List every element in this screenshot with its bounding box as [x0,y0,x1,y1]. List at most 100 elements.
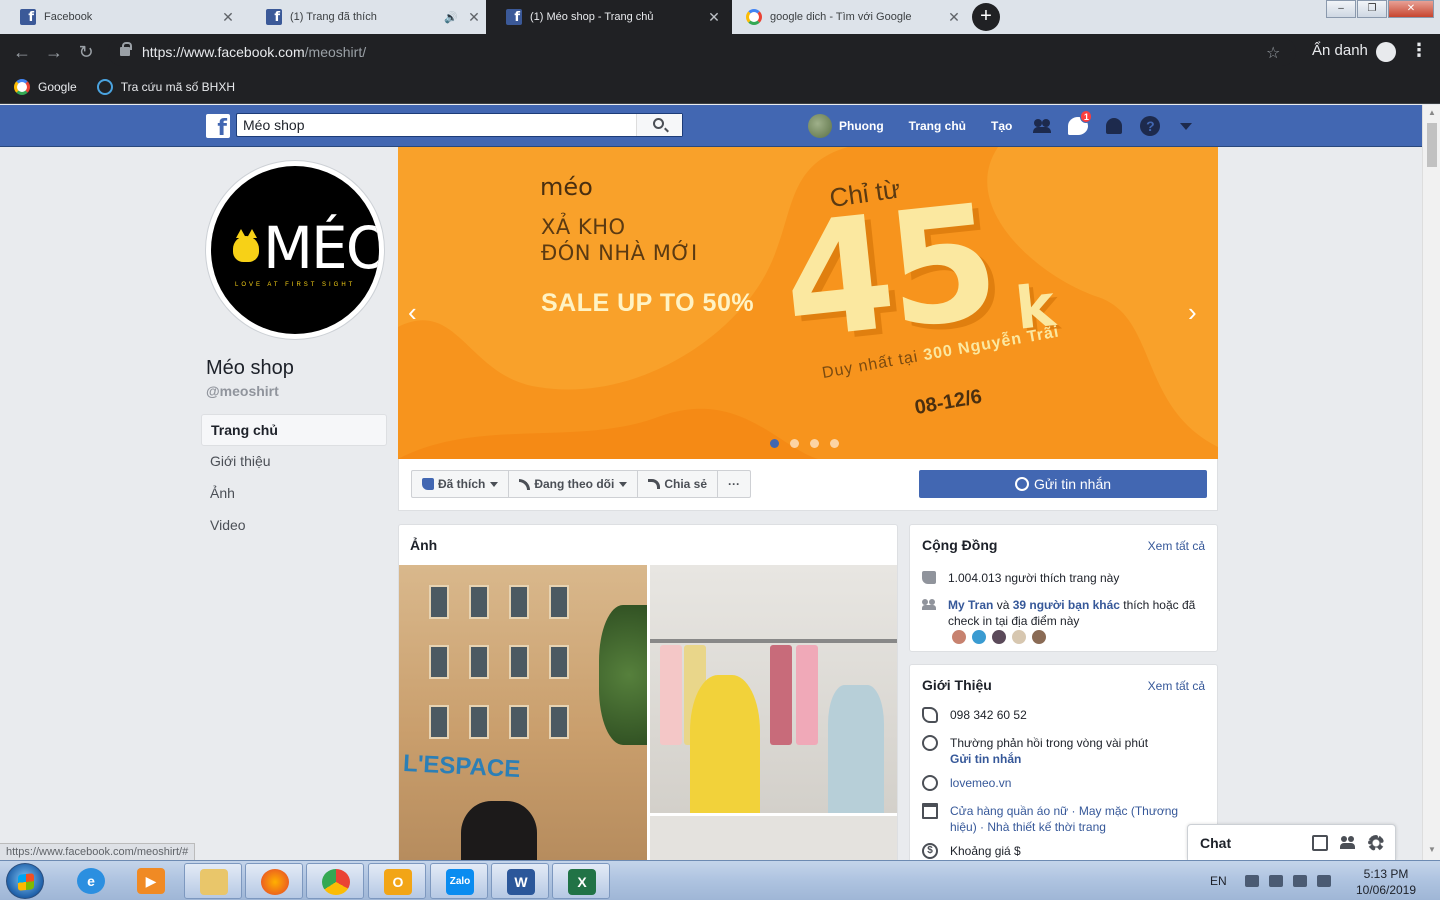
following-button[interactable]: Đang theo dõi [509,471,639,497]
avatar[interactable] [808,114,832,138]
close-icon[interactable]: ✕ [946,9,962,26]
slide-dot[interactable] [810,439,819,448]
page-nav-home[interactable]: Trang chủ [201,414,387,446]
chevron-right-icon[interactable]: › [1188,297,1197,328]
file-explorer-icon[interactable] [184,863,242,899]
firefox-icon[interactable] [245,863,303,899]
page-nav-photos[interactable]: Ảnh [201,478,387,510]
close-icon[interactable]: ✕ [220,9,236,26]
profile-picture[interactable]: MÉO LOVE AT FIRST SIGHT [206,161,384,339]
reload-icon[interactable]: ↻ [74,40,98,64]
network-icon[interactable] [1316,875,1331,887]
chat-bar[interactable]: Chat [1187,824,1396,860]
restore-button[interactable]: ❐ [1357,0,1387,18]
browser-menu-icon[interactable]: ⋮ [1410,40,1428,61]
scroll-up-icon[interactable]: ▲ [1427,108,1437,117]
flag-icon[interactable] [1292,875,1307,887]
close-icon[interactable]: ✕ [466,9,482,26]
start-button[interactable] [6,863,44,899]
excel-icon[interactable]: X [552,863,610,899]
photo-store-interior[interactable] [650,565,897,813]
other-friends-link[interactable]: 39 người bạn khác [1013,598,1120,612]
website-link[interactable]: lovemeo.vn [950,775,1200,791]
bookmark-bhxh[interactable]: Tra cứu mã số BHXH [96,78,235,95]
chevron-left-icon[interactable]: ‹ [408,297,417,328]
create-link[interactable]: Tạo [978,119,1024,133]
page-nav-videos[interactable]: Video [201,510,387,542]
tab-google-search[interactable]: google dich - Tìm với Google ✕ [726,0,972,34]
building-window [509,645,529,679]
photo-storefront[interactable]: L'ESPACE [399,565,647,860]
tray-arrow-icon[interactable] [1244,875,1259,887]
minimize-button[interactable]: – [1326,0,1356,18]
page-title[interactable]: Méo shop [206,357,294,380]
scrollbar-thumb[interactable] [1427,123,1437,167]
tab-meo-shop[interactable]: f (1) Méo shop - Trang chủ ✕ [486,0,732,34]
page-handle[interactable]: @meoshirt [206,383,279,399]
new-group-icon[interactable] [1340,835,1356,851]
slide-dot[interactable] [830,439,839,448]
slide-dot[interactable] [770,439,779,448]
new-tab-button[interactable]: + [972,3,1000,31]
back-icon[interactable]: ← [10,40,34,64]
tab-title: (1) Trang đã thích [290,11,377,23]
compose-icon[interactable] [1312,835,1328,851]
more-button[interactable]: ··· [718,471,750,497]
tab-liked-pages[interactable]: f (1) Trang đã thích 🔊 ✕ [246,0,492,34]
close-icon[interactable]: ✕ [706,9,722,26]
liked-button[interactable]: Đã thích [412,471,510,497]
about-see-all-link[interactable]: Xem tất cả [1148,679,1205,693]
facebook-logo-icon[interactable]: f [206,114,230,138]
share-button[interactable]: Chia sẻ [638,471,719,497]
community-see-all-link[interactable]: Xem tất cả [1148,539,1205,553]
forward-icon[interactable]: → [42,40,66,64]
tab-facebook[interactable]: f Facebook ✕ [0,0,246,34]
home-link[interactable]: Trang chủ [896,119,978,133]
media-player-icon[interactable]: ▶ [122,863,180,899]
gear-icon[interactable] [1368,835,1384,851]
photos-title[interactable]: Ảnh [410,537,437,553]
avatar[interactable] [991,629,1007,645]
account-menu-button[interactable] [1168,113,1204,139]
clock[interactable]: 5:13 PM 10/06/2019 [1346,866,1426,898]
cover-photo[interactable]: méo XẢ KHO ĐÓN NHÀ MỚI SALE UP TO 50% Ch… [398,147,1218,459]
bookmark-star-icon[interactable]: ☆ [1266,43,1280,63]
word-icon[interactable]: W [491,863,549,899]
bookmark-google[interactable]: Google [14,78,77,95]
notifications-button[interactable] [1096,113,1132,139]
scroll-down-icon[interactable]: ▼ [1427,845,1437,854]
zalo-icon[interactable]: Zalo [430,863,488,899]
search-button[interactable] [636,114,682,136]
outlook-icon[interactable]: O [368,863,426,899]
page-categories[interactable]: Cửa hàng quần áo nữ · May mặc (Thương hi… [950,803,1200,835]
messages-button[interactable]: 1 [1060,110,1096,139]
friend-requests-button[interactable] [1024,113,1060,139]
avatar[interactable] [971,629,987,645]
send-message-button[interactable]: Gửi tin nhắn [919,470,1207,498]
address-bar[interactable]: https://www.facebook.com/meoshirt/ [108,38,1296,66]
google-icon [14,78,30,95]
about-title[interactable]: Giới Thiệu [922,677,992,693]
avatar[interactable] [1031,629,1047,645]
window-close-button[interactable]: ✕ [1388,0,1434,18]
page-nav-about[interactable]: Giới thiệu [201,446,387,478]
speaker-icon[interactable]: 🔊 [444,11,458,24]
incognito-icon[interactable] [1376,42,1396,62]
internet-explorer-icon[interactable]: e [62,863,120,899]
friend-link[interactable]: My Tran [948,598,993,612]
slide-dot[interactable] [790,439,799,448]
phone-number[interactable]: 098 342 60 52 [950,707,1200,723]
send-message-link[interactable]: Gửi tin nhắn [950,752,1021,766]
community-title[interactable]: Cộng Đồng [922,537,997,553]
avatar[interactable] [1011,629,1027,645]
profile-link[interactable]: Phuong [839,119,896,133]
photo-rack[interactable] [650,816,897,860]
chrome-icon[interactable] [306,863,364,899]
language-indicator[interactable]: EN [1210,874,1227,888]
avatar[interactable] [951,629,967,645]
page-scrollbar[interactable]: ▲ ▼ [1422,105,1440,860]
help-button[interactable]: ? [1132,113,1168,139]
search-input[interactable] [237,114,637,136]
system-tray: EN [1210,861,1341,900]
volume-icon[interactable] [1268,875,1283,887]
